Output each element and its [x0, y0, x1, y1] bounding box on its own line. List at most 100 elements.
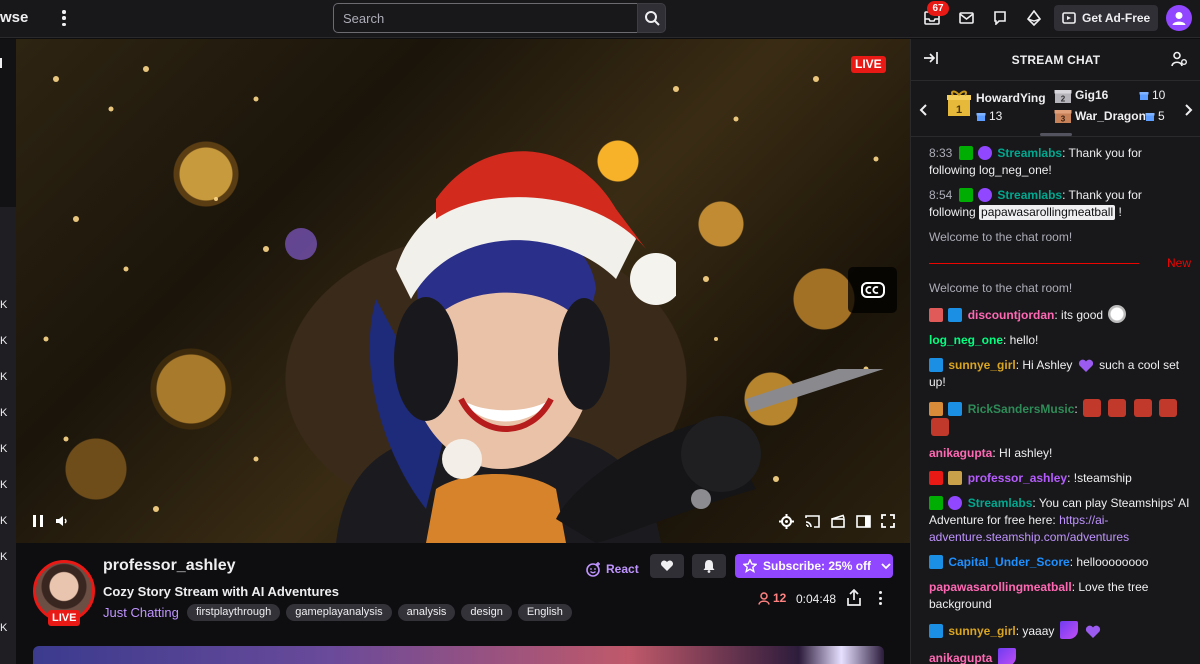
- prime-crown-icon: [948, 308, 963, 322]
- tag-gameplayanalysis[interactable]: gameplayanalysis: [286, 604, 392, 621]
- chat-messages: 8:33 Streamlabs: Thank you for following…: [929, 145, 1191, 664]
- sidebar-viewer-count: K: [0, 515, 8, 527]
- bronze-gift-icon: 3: [1054, 110, 1072, 124]
- mention-highlight[interactable]: papawasarollingmeatball: [979, 205, 1116, 220]
- leaderboard-count-3: 5: [1145, 109, 1165, 123]
- chat-header: STREAM CHAT: [911, 39, 1200, 81]
- channel-panel-banner: [33, 646, 884, 664]
- leaderboard-user-1[interactable]: HowardYing: [976, 91, 1046, 105]
- broadcaster-badge-icon: [929, 471, 943, 485]
- whispers-mail-button[interactable]: [955, 7, 977, 29]
- closed-captions-button[interactable]: [848, 267, 897, 313]
- user-menu-avatar[interactable]: [1166, 5, 1192, 31]
- bits-button[interactable]: [1023, 7, 1045, 29]
- chat-message: discountjordan: its good: [929, 305, 1191, 324]
- search-input[interactable]: [333, 3, 637, 33]
- message-text: : helloooooooo: [1069, 555, 1149, 569]
- subscribe-button[interactable]: Subscribe: 25% off: [735, 554, 893, 578]
- tag-analysis[interactable]: analysis: [397, 604, 456, 621]
- system-message: Welcome to the chat room!: [929, 281, 1073, 295]
- sidebar-viewer-count: K: [0, 622, 8, 634]
- channel-info-bar: LIVE professor_ashley Cozy Story Stream …: [16, 543, 910, 664]
- leaderboard-count-1-value: 13: [989, 109, 1003, 123]
- more-options-icon[interactable]: [874, 589, 886, 607]
- heart-icon: [660, 560, 674, 571]
- chat-username[interactable]: anikagupta: [929, 651, 992, 664]
- leaderboard-drag-handle[interactable]: [1040, 133, 1072, 136]
- browse-link[interactable]: wse: [0, 9, 28, 26]
- tag-firstplaythrough[interactable]: firstplaythrough: [187, 604, 281, 621]
- chat-message: anikagupta: [929, 648, 1191, 664]
- gift-box-emote-icon: [1159, 399, 1178, 417]
- stream-chat-panel: STREAM CHAT 1 HowardYing 13 2 Gig16 10 3…: [910, 39, 1200, 664]
- gift-box-emote-icon: [1083, 399, 1102, 417]
- video-player[interactable]: LIVE: [16, 39, 910, 543]
- cast-button[interactable]: [802, 511, 822, 531]
- divider-line: [929, 263, 1139, 264]
- chat-username[interactable]: anikagupta: [929, 446, 992, 460]
- message-text: :: [1074, 402, 1078, 416]
- leaderboard-count-3-value: 5: [1158, 109, 1165, 123]
- top-nav-bar: wse 67 Get Ad-Free: [0, 0, 1200, 38]
- tag-english[interactable]: English: [517, 604, 572, 621]
- gear-icon: [778, 513, 794, 529]
- message-text: : HI ashley!: [992, 446, 1053, 460]
- chat-username[interactable]: log_neg_one: [929, 333, 1003, 347]
- share-button[interactable]: [846, 588, 862, 607]
- sidebar-viewer-count: K: [0, 551, 8, 563]
- message-text: : hello!: [1003, 333, 1039, 347]
- leaderboard-next-icon[interactable]: [1184, 104, 1193, 116]
- prime-crown-icon: [948, 402, 963, 416]
- get-ad-free-button[interactable]: Get Ad-Free: [1054, 5, 1158, 31]
- fullscreen-icon: [881, 514, 895, 528]
- chat-username[interactable]: Streamlabs: [968, 496, 1033, 510]
- new-messages-divider: New: [929, 254, 1191, 272]
- channel-name[interactable]: professor_ashley: [103, 557, 236, 575]
- get-ad-free-label: Get Ad-Free: [1082, 11, 1151, 25]
- new-label: New: [1166, 256, 1191, 270]
- chat-username[interactable]: Capital_Under_Score: [948, 555, 1069, 569]
- pause-icon: [33, 515, 43, 527]
- rank-1-label: 1: [956, 104, 962, 116]
- collapse-nav-icon[interactable]: [0, 58, 2, 68]
- whispers-button[interactable]: [989, 7, 1011, 29]
- follow-button[interactable]: [650, 554, 684, 578]
- chat-message: 8:54 Streamlabs: Thank you for following…: [929, 187, 1191, 221]
- message-text: : Hi Ashley: [1015, 358, 1076, 372]
- chat-username[interactable]: sunnye_girl: [948, 624, 1015, 638]
- chat-message: sunnye_girl: Hi Ashley such a cool set u…: [929, 357, 1191, 391]
- chat-username[interactable]: papawasarollingmeatball: [929, 580, 1072, 594]
- chat-username[interactable]: Streamlabs: [997, 188, 1062, 202]
- search-button[interactable]: [637, 3, 666, 33]
- react-label: React: [606, 562, 639, 576]
- leaderboard-user-2[interactable]: Gig16: [1075, 88, 1108, 102]
- clip-button[interactable]: [828, 511, 848, 531]
- notifications-bell-button[interactable]: [692, 554, 726, 578]
- theatre-mode-button[interactable]: [853, 511, 873, 531]
- share-icon: [847, 588, 861, 606]
- more-menu-icon[interactable]: [56, 8, 72, 28]
- settings-button[interactable]: [776, 511, 796, 531]
- channel-live-badge: LIVE: [48, 610, 81, 626]
- purple-heart-emote-icon: [1085, 625, 1101, 639]
- theatre-mode-icon: [855, 514, 871, 528]
- left-sidebar-header: [0, 39, 16, 207]
- tag-design[interactable]: design: [461, 604, 512, 621]
- chat-username[interactable]: sunnye_girl: [948, 358, 1015, 372]
- volume-button[interactable]: [52, 511, 72, 531]
- sidebar-viewer-count: K: [0, 299, 8, 311]
- chat-username[interactable]: discountjordan: [968, 308, 1055, 322]
- subscriber-badge-icon: [948, 471, 963, 485]
- community-users-icon[interactable]: [1171, 51, 1188, 67]
- pause-button[interactable]: [28, 511, 48, 531]
- category-link[interactable]: Just Chatting: [103, 605, 179, 620]
- leaderboard-user-3[interactable]: War_Dragon: [1075, 109, 1146, 123]
- bits-badge-icon: [929, 402, 943, 416]
- leaderboard-prev-icon[interactable]: [919, 104, 928, 116]
- chat-username[interactable]: professor_ashley: [968, 471, 1067, 485]
- react-button[interactable]: React: [586, 557, 639, 581]
- chat-message: papawasarollingmeatball: Love the tree b…: [929, 579, 1191, 613]
- chat-username[interactable]: RickSandersMusic: [968, 402, 1075, 416]
- fullscreen-button[interactable]: [878, 511, 898, 531]
- chat-username[interactable]: Streamlabs: [997, 146, 1062, 160]
